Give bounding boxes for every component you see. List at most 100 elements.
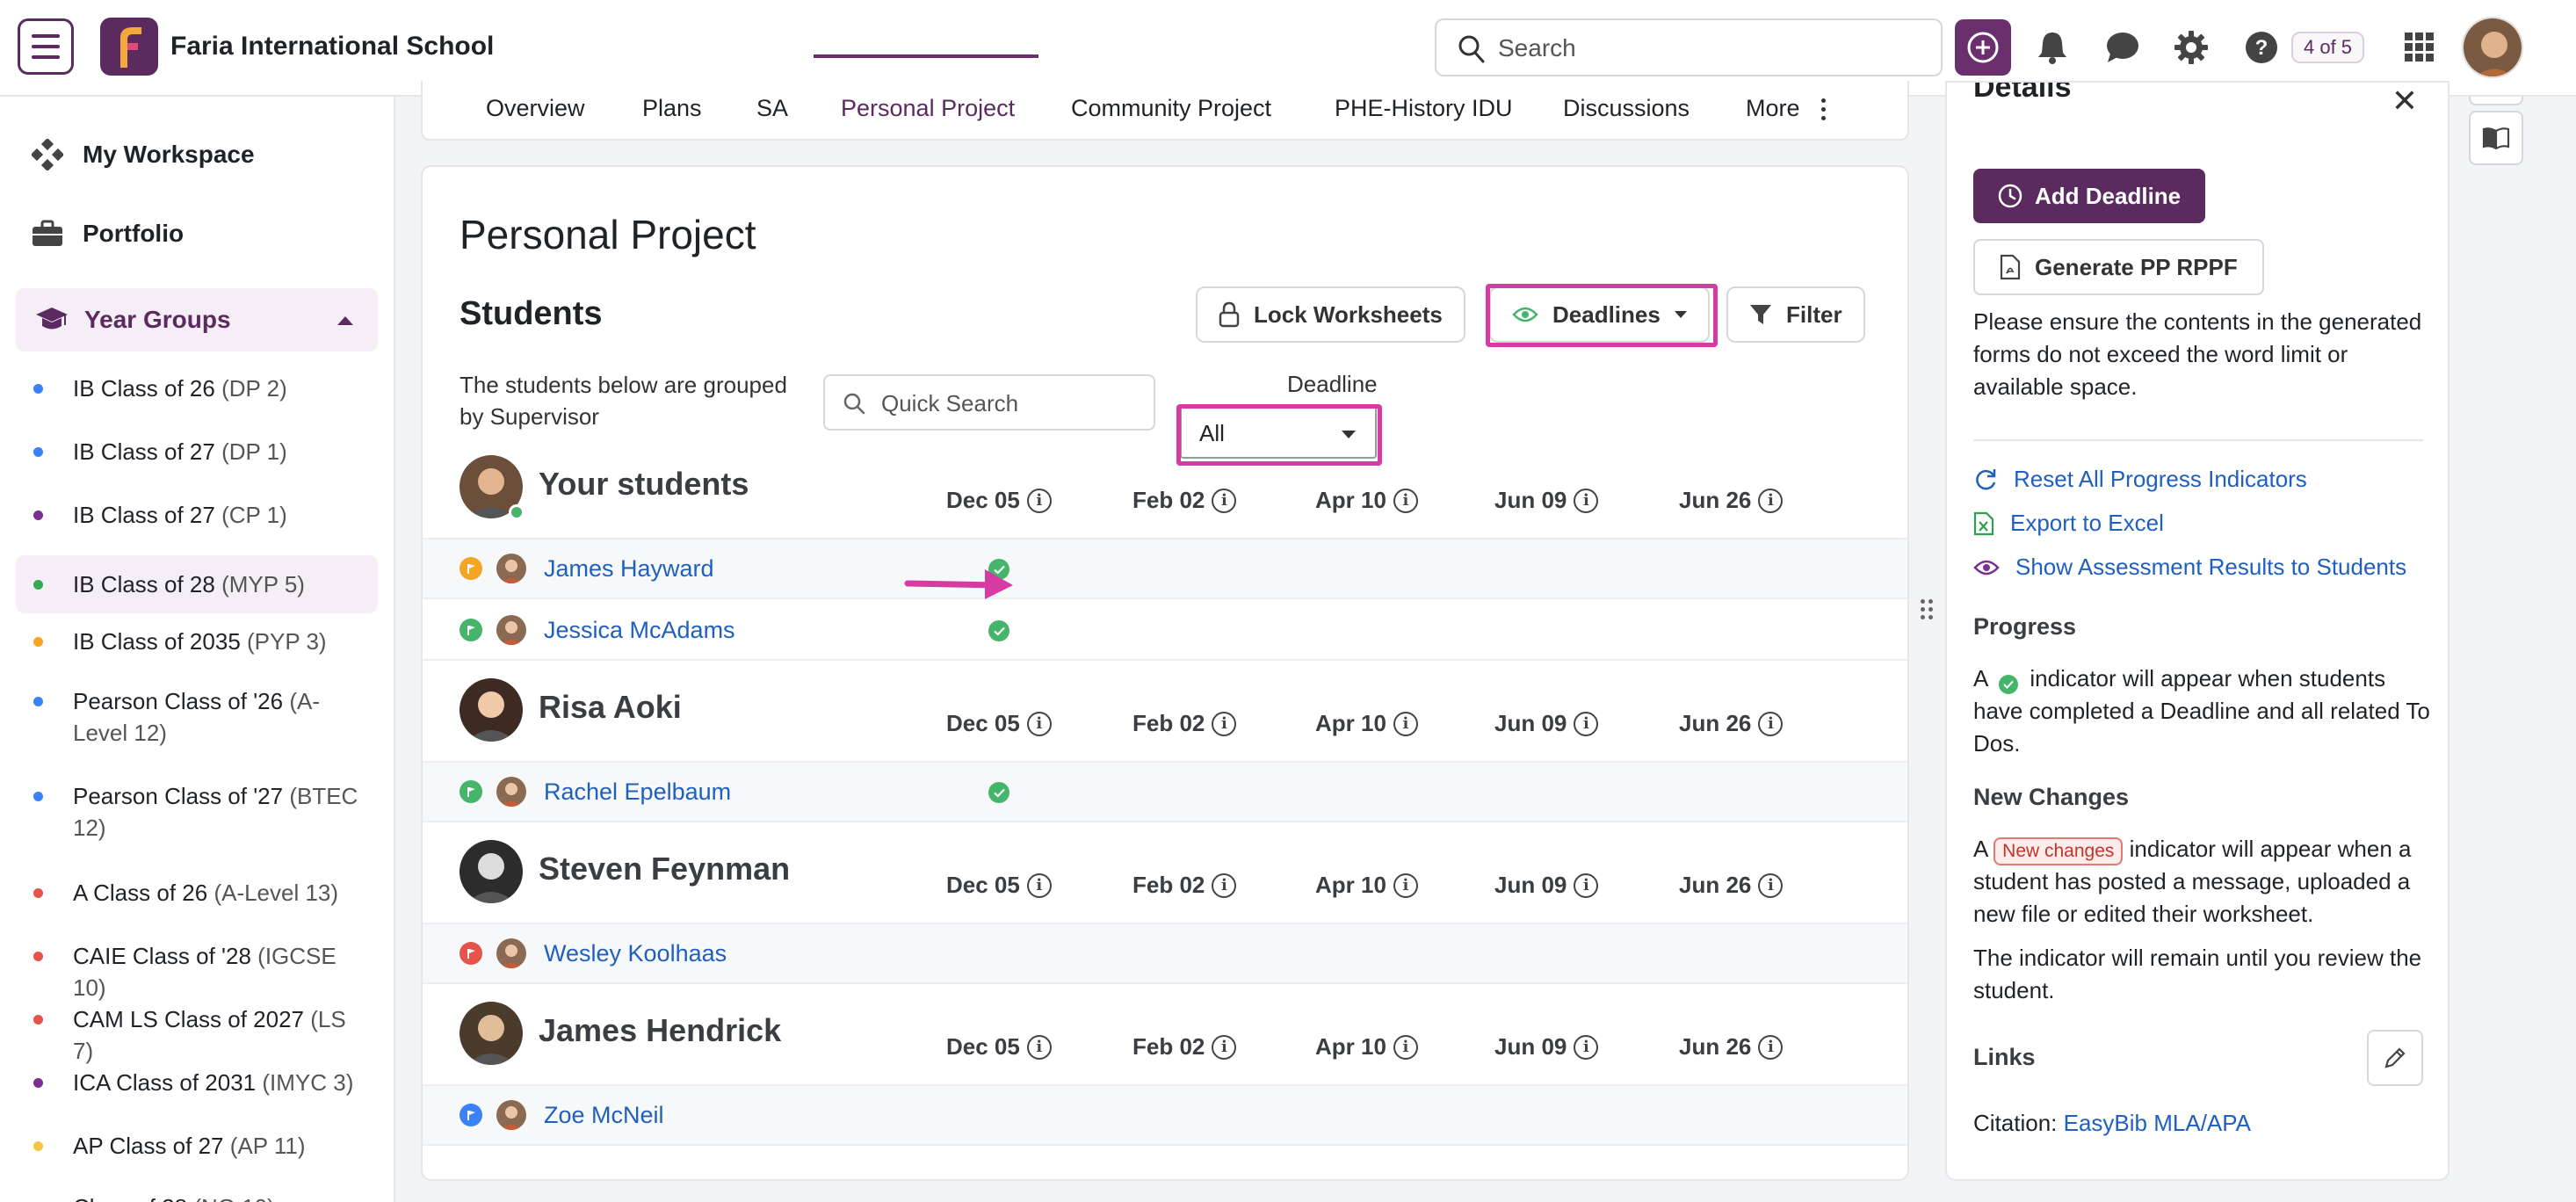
hamburger-menu-button[interactable] [18, 18, 74, 75]
student-name-link[interactable]: James Hayward [544, 555, 714, 583]
add-deadline-label: Add Deadline [2035, 182, 2182, 209]
deadline-column-header[interactable]: Jun 26 i [1679, 487, 1784, 514]
deadline-column-header[interactable]: Dec 05 i [946, 710, 1052, 737]
deadline-column-header[interactable]: Jun 26 i [1679, 1033, 1784, 1061]
school-logo[interactable] [100, 18, 158, 76]
check-circle-icon[interactable] [988, 620, 1009, 641]
citation-link[interactable]: EasyBib MLA/APA [2064, 1110, 2251, 1136]
deadline-date: Jun 26 [1679, 872, 1752, 898]
deadline-column-header[interactable]: Jun 09 i [1494, 1033, 1599, 1061]
user-avatar[interactable] [2462, 17, 2523, 78]
class-color-dot [33, 952, 43, 961]
deadline-column-header[interactable]: Feb 02 i [1132, 1033, 1237, 1061]
tab-sa[interactable]: SA [756, 95, 788, 122]
deadline-column-header[interactable]: Apr 10 i [1315, 1033, 1418, 1061]
class-label: CAM LS Class of 2027 (LS 7) [73, 1003, 363, 1067]
workspace-icon [32, 139, 63, 170]
quick-search[interactable] [823, 374, 1155, 431]
supervisor-avatar [459, 840, 523, 903]
info-icon[interactable]: i [1393, 1034, 1418, 1060]
filter-label: Filter [1786, 300, 1842, 328]
info-icon[interactable]: i [1212, 488, 1237, 513]
search-input[interactable] [1498, 31, 1920, 66]
bell-icon[interactable] [2031, 26, 2073, 69]
deadline-column-header[interactable]: Jun 26 i [1679, 710, 1784, 737]
deadline-column-header[interactable]: Dec 05 i [946, 872, 1052, 899]
info-icon[interactable]: i [1212, 711, 1237, 736]
supervisor-avatar [459, 678, 523, 742]
deadline-column-header[interactable]: Dec 05 i [946, 1033, 1052, 1061]
info-icon[interactable]: i [1393, 488, 1418, 513]
class-program: (DP 2) [221, 375, 287, 402]
deadline-column-header[interactable]: Apr 10 i [1315, 487, 1418, 514]
panel-resize-handle[interactable] [1921, 599, 1933, 619]
deadline-column-header[interactable]: Dec 05 i [946, 487, 1052, 514]
info-icon[interactable]: i [1758, 488, 1784, 513]
lock-worksheets-button[interactable]: Lock Worksheets [1196, 286, 1465, 343]
tab-discussions[interactable]: Discussions [1563, 95, 1690, 122]
tab-overview[interactable]: Overview [486, 95, 585, 122]
chat-icon[interactable] [2102, 26, 2144, 69]
global-search[interactable] [1435, 18, 1943, 76]
student-name-link[interactable]: Zoe McNeil [544, 1102, 664, 1129]
info-icon[interactable]: i [1026, 711, 1052, 736]
tab-plans[interactable]: Plans [642, 95, 702, 122]
info-icon[interactable]: i [1393, 873, 1418, 898]
info-icon[interactable]: i [1393, 711, 1418, 736]
deadline-date: Jun 26 [1679, 710, 1752, 736]
deadline-column-header[interactable]: Apr 10 i [1315, 710, 1418, 737]
add-new-button[interactable] [1955, 19, 2011, 76]
info-icon[interactable]: i [1212, 1034, 1237, 1060]
sidebar-item-portfolio[interactable]: Portfolio [32, 220, 184, 248]
filter-button[interactable]: Filter [1726, 286, 1865, 343]
info-icon[interactable]: i [1212, 873, 1237, 898]
info-icon[interactable]: i [1574, 873, 1599, 898]
deadline-column-header[interactable]: Feb 02 i [1132, 487, 1237, 514]
apps-grid-icon[interactable] [2399, 26, 2441, 69]
sidebar-class-item[interactable]: IB Class of 28 (MYP 5) [16, 555, 378, 613]
reset-progress-link[interactable]: Reset All Progress Indicators [1973, 466, 2307, 493]
generate-pp-rppf-button[interactable]: Generate PP RPPF [1973, 239, 2264, 295]
info-icon[interactable]: i [1574, 488, 1599, 513]
edit-links-button[interactable] [2367, 1030, 2423, 1086]
student-name-link[interactable]: Jessica McAdams [544, 617, 735, 644]
tab-personal-project[interactable]: Personal Project [841, 95, 1015, 122]
sidebar-item-my-workspace[interactable]: My Workspace [32, 139, 255, 170]
deadline-date: Dec 05 [946, 487, 1020, 513]
more-dots-icon[interactable] [1821, 98, 1826, 120]
export-excel-link[interactable]: Export to Excel [1973, 510, 2164, 537]
tab-community-project[interactable]: Community Project [1071, 95, 1271, 122]
student-name-link[interactable]: Wesley Koolhaas [544, 940, 727, 967]
deadline-column-header[interactable]: Feb 02 i [1132, 872, 1237, 899]
deadline-column-header[interactable]: Jun 09 i [1494, 872, 1599, 899]
quick-search-input[interactable] [881, 388, 1136, 418]
chevron-up-icon[interactable] [337, 316, 353, 325]
show-results-link[interactable]: Show Assessment Results to Students [1973, 554, 2406, 581]
deadline-column-header[interactable]: Jun 26 i [1679, 872, 1784, 899]
deadline-column-header[interactable]: Feb 02 i [1132, 710, 1237, 737]
add-deadline-button[interactable]: Add Deadline [1973, 169, 2206, 223]
info-icon[interactable]: i [1026, 1034, 1052, 1060]
info-icon[interactable]: i [1574, 1034, 1599, 1060]
info-icon[interactable]: i [1758, 711, 1784, 736]
sidebar-item-year-groups[interactable]: Year Groups [16, 288, 378, 351]
reading-mode-button[interactable] [2469, 111, 2523, 165]
gear-icon[interactable] [2170, 26, 2212, 69]
info-icon[interactable]: i [1758, 1034, 1784, 1060]
check-circle-icon[interactable] [988, 782, 1009, 803]
deadline-column-header[interactable]: Jun 09 i [1494, 487, 1599, 514]
info-icon[interactable]: i [1026, 873, 1052, 898]
tab-phe-history-idu[interactable]: PHE-History IDU [1335, 95, 1513, 122]
deadline-column-header[interactable]: Jun 09 i [1494, 710, 1599, 737]
lock-worksheets-label: Lock Worksheets [1254, 300, 1443, 328]
help-icon[interactable]: ? [2240, 26, 2283, 69]
close-icon[interactable]: ✕ [2391, 83, 2418, 119]
info-icon[interactable]: i [1026, 488, 1052, 513]
deadline-column-header[interactable]: Apr 10 i [1315, 872, 1418, 899]
class-color-dot [33, 510, 43, 520]
rail-tab[interactable] [2469, 97, 2523, 105]
student-name-link[interactable]: Rachel Epelbaum [544, 778, 731, 806]
info-icon[interactable]: i [1758, 873, 1784, 898]
info-icon[interactable]: i [1574, 711, 1599, 736]
tab-more[interactable]: More [1746, 95, 1800, 122]
